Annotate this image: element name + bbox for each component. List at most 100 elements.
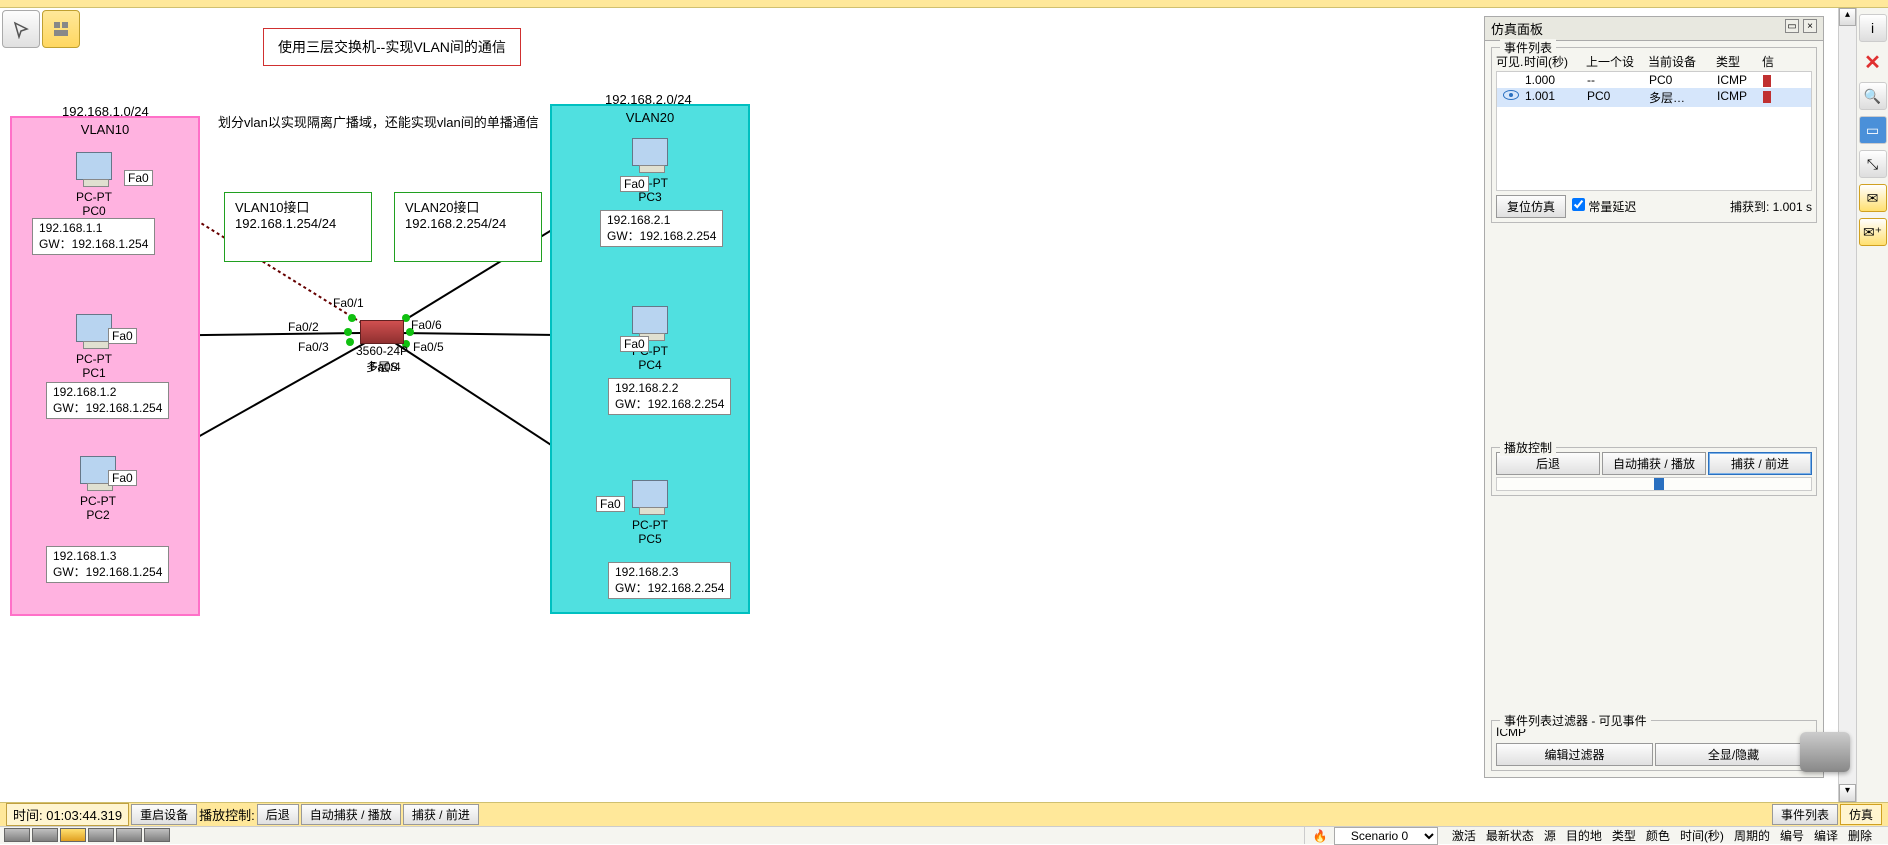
right-toolbar: i ✕ 🔍 ▭ ⤡ ✉ ✉⁺ <box>1856 8 1888 802</box>
play-control-title: 播放控制 <box>1500 439 1556 456</box>
event-list-group: 事件列表 可见. 时间(秒) 上一个设 当前设备 类型 信 1.000 -- P… <box>1491 47 1817 223</box>
topology-canvas[interactable]: 使用三层交换机--实现VLAN间的通信 划分vlan以实现隔离广播域，还能实现v… <box>0 8 1856 802</box>
device-category-button[interactable] <box>60 828 86 842</box>
complex-pdu-button[interactable]: ✉⁺ <box>1859 218 1887 246</box>
pc2-ip: 192.168.1.3 <box>53 549 162 563</box>
device-pc2[interactable]: PC-PT PC2 <box>80 456 116 522</box>
device-pc0[interactable]: PC-PT PC0 <box>76 152 112 218</box>
scroll-up-icon[interactable]: ▴ <box>1839 8 1856 26</box>
layout-tool-button[interactable] <box>42 10 80 48</box>
device-category-button[interactable] <box>116 828 142 842</box>
device-tray[interactable] <box>0 827 174 844</box>
play-control-group: 播放控制 后退 自动捕获 / 播放 捕获 / 前进 <box>1491 447 1817 496</box>
show-hide-button[interactable]: 全显/隐藏 <box>1655 743 1812 766</box>
device-category-button[interactable] <box>88 828 114 842</box>
status-back-button[interactable]: 后退 <box>257 804 299 825</box>
device-category-button[interactable] <box>4 828 30 842</box>
draw-rect-tool-button[interactable]: ▭ <box>1859 116 1887 144</box>
pc1-host: PC1 <box>76 366 112 380</box>
vlan20-label: VLAN20 <box>552 110 748 125</box>
pc2-type: PC-PT <box>80 494 116 508</box>
device-pc5[interactable]: PC-PT PC5 <box>632 480 668 546</box>
ev-cur: PC0 <box>1649 73 1717 87</box>
port-fa06: Fa0/6 <box>408 318 445 332</box>
step-forward-button[interactable]: 捕获 / 前进 <box>1708 452 1812 475</box>
vlan20-if-title: VLAN20接口 <box>405 197 531 216</box>
pc3-ip: 192.168.2.1 <box>607 213 716 227</box>
select-tool-button[interactable] <box>2 10 40 48</box>
canvas-scrollbar-vertical[interactable]: ▴ ▾ <box>1838 8 1856 802</box>
description-note[interactable]: 划分vlan以实现隔离广播域，还能实现vlan间的单播通信 <box>218 112 539 131</box>
status-auto-button[interactable]: 自动捕获 / 播放 <box>301 804 401 825</box>
pc-icon <box>632 138 668 166</box>
scenario-select[interactable]: Scenario 0 <box>1334 827 1438 845</box>
event-row[interactable]: 1.001 PC0 多层… ICMP <box>1497 88 1811 107</box>
vlan20-interface-box[interactable]: VLAN20接口 192.168.2.254/24 <box>394 192 542 262</box>
switch-icon <box>360 320 404 344</box>
zoom-tool-button[interactable]: 🔍 <box>1859 82 1887 110</box>
reset-sim-button[interactable]: 复位仿真 <box>1496 195 1566 218</box>
title-note[interactable]: 使用三层交换机--实现VLAN间的通信 <box>263 28 521 66</box>
hdr-src: 源 <box>1544 827 1556 844</box>
edit-filter-button[interactable]: 编辑过滤器 <box>1496 743 1653 766</box>
vlan10-if-ip: 192.168.1.254/24 <box>235 216 361 231</box>
simple-pdu-button[interactable]: ✉ <box>1859 184 1887 212</box>
const-delay-checkbox[interactable]: 常量延迟 <box>1572 198 1636 215</box>
pc1-ip-box[interactable]: 192.168.1.2 GW：192.168.1.254 <box>46 382 169 419</box>
pc1-port: Fa0 <box>108 328 137 344</box>
pc3-ip-box[interactable]: 192.168.2.1 GW：192.168.2.254 <box>600 210 723 247</box>
port-fa03: Fa0/3 <box>295 340 332 354</box>
pc0-port: Fa0 <box>124 170 153 186</box>
scenario-bar: 🔥 Scenario 0 激活 最新状态 源 目的地 类型 颜色 时间(秒) 周… <box>1304 827 1888 844</box>
sim-time-display: 时间: 01:03:44.319 <box>6 803 129 826</box>
pc0-ip: 192.168.1.1 <box>39 221 148 235</box>
ev-color-swatch <box>1763 91 1771 103</box>
pc3-port: Fa0 <box>620 176 649 192</box>
eye-icon <box>1503 90 1519 100</box>
delete-tool-button[interactable]: ✕ <box>1859 48 1887 76</box>
event-list[interactable]: 1.000 -- PC0 ICMP 1.001 PC0 多层… ICMP <box>1496 71 1812 191</box>
device-category-button[interactable] <box>144 828 170 842</box>
reboot-devices-button[interactable]: 重启设备 <box>131 804 197 825</box>
navigator-widget[interactable] <box>1800 732 1850 772</box>
status-forward-button[interactable]: 捕获 / 前进 <box>403 804 479 825</box>
pc4-port: Fa0 <box>620 336 649 352</box>
slider-thumb[interactable] <box>1654 478 1664 490</box>
pc0-ip-box[interactable]: 192.168.1.1 GW：192.168.1.254 <box>32 218 155 255</box>
resize-tool-button[interactable]: ⤡ <box>1859 150 1887 178</box>
pdu-table-header: 激活 最新状态 源 目的地 类型 颜色 时间(秒) 周期的 编号 编译 删除 <box>1444 827 1880 844</box>
vlan20-if-ip: 192.168.2.254/24 <box>405 216 531 231</box>
ev-last: PC0 <box>1587 89 1649 106</box>
pc3-host: PC3 <box>632 190 668 204</box>
simulation-panel: 仿真面板 ▭ × 事件列表 可见. 时间(秒) 上一个设 当前设备 类型 信 <box>1484 16 1824 778</box>
ev-time: 1.000 <box>1525 73 1587 87</box>
info-tool-button[interactable]: i <box>1859 14 1887 42</box>
pc4-ip-box[interactable]: 192.168.2.2 GW：192.168.2.254 <box>608 378 731 415</box>
simulation-mode-toggle[interactable]: 仿真 <box>1840 804 1882 825</box>
scroll-down-icon[interactable]: ▾ <box>1839 784 1856 802</box>
pc-icon <box>76 152 112 180</box>
device-pc3[interactable]: PC-PT PC3 <box>632 138 668 204</box>
filter-title: 事件列表过滤器 - 可见事件 <box>1500 712 1651 729</box>
pc5-gw: GW：192.168.2.254 <box>615 579 724 596</box>
pc5-port: Fa0 <box>596 496 625 512</box>
event-list-toggle[interactable]: 事件列表 <box>1772 804 1838 825</box>
device-category-button[interactable] <box>32 828 58 842</box>
event-row[interactable]: 1.000 -- PC0 ICMP <box>1497 72 1811 88</box>
play-speed-slider[interactable] <box>1496 477 1812 491</box>
pc5-ip-box[interactable]: 192.168.2.3 GW：192.168.2.254 <box>608 562 731 599</box>
scenario-fire-icon[interactable]: 🔥 <box>1313 829 1328 843</box>
device-pc1[interactable]: PC-PT PC1 <box>76 314 112 380</box>
pc2-gw: GW：192.168.1.254 <box>53 563 162 580</box>
pc5-type: PC-PT <box>632 518 668 532</box>
pc0-host: PC0 <box>76 204 112 218</box>
pc4-host: PC4 <box>632 358 668 372</box>
col-info: 信 <box>1762 53 1770 70</box>
vlan10-interface-box[interactable]: VLAN10接口 192.168.1.254/24 <box>224 192 372 262</box>
close-button[interactable]: × <box>1803 19 1817 33</box>
hdr-dst: 目的地 <box>1566 827 1602 844</box>
auto-play-button[interactable]: 自动捕获 / 播放 <box>1602 452 1706 475</box>
undock-button[interactable]: ▭ <box>1785 19 1799 33</box>
pc-icon <box>632 480 668 508</box>
pc2-ip-box[interactable]: 192.168.1.3 GW：192.168.1.254 <box>46 546 169 583</box>
